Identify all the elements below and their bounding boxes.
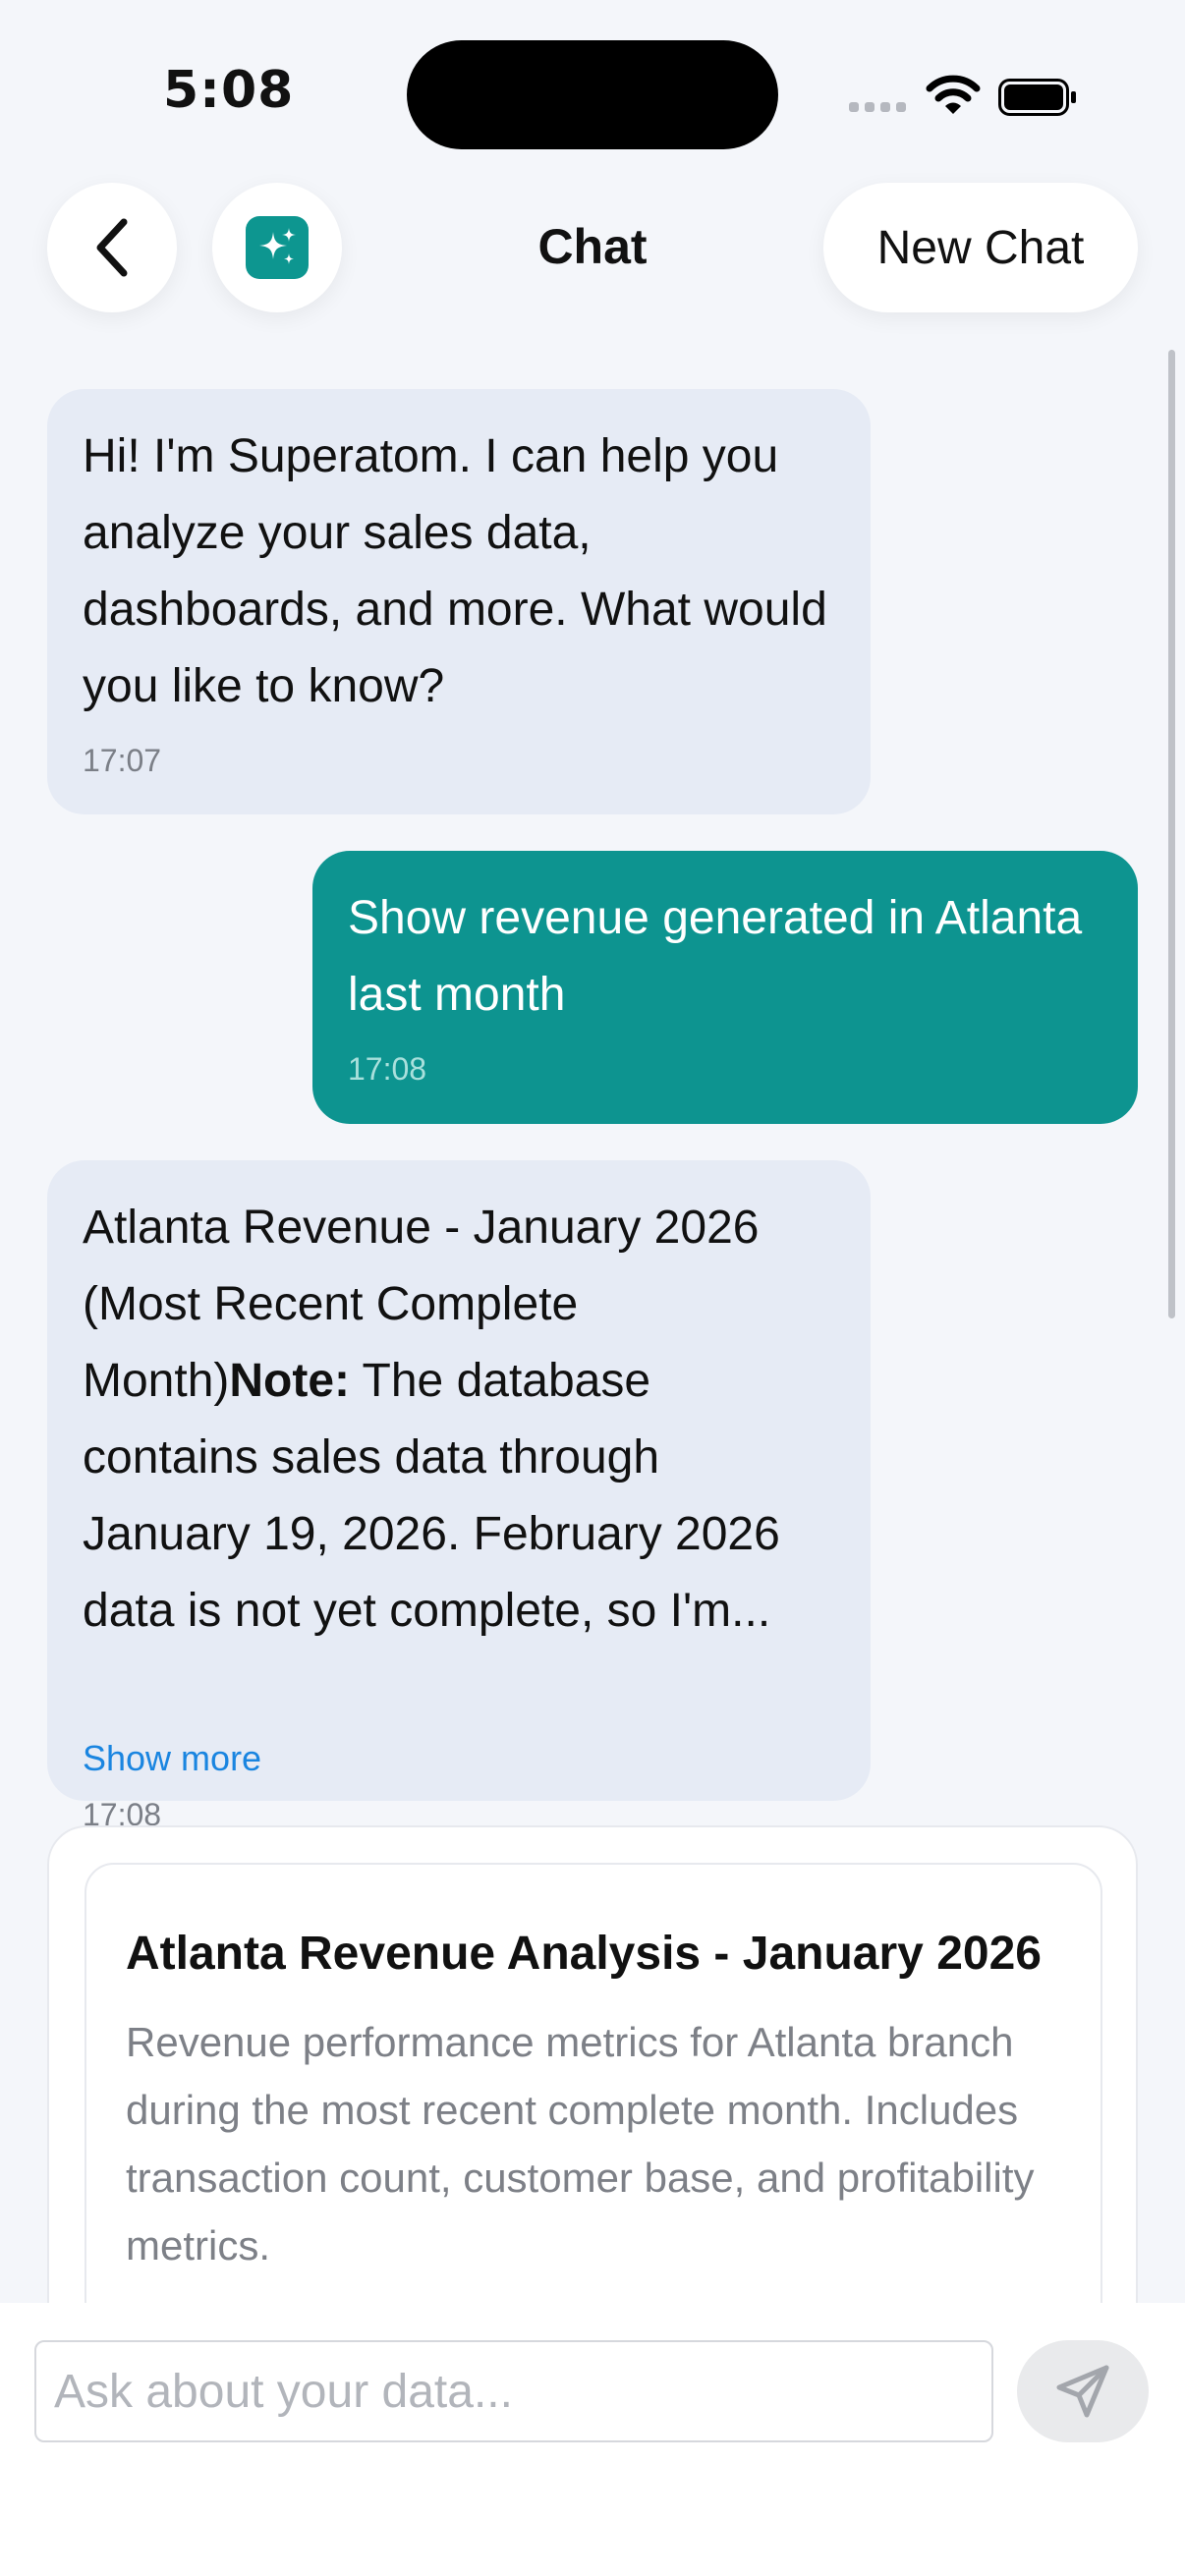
note-label: Note: xyxy=(229,1355,351,1407)
user-message: Show revenue generated in Atlanta last m… xyxy=(312,851,1138,1124)
message-timestamp: 17:08 xyxy=(348,1051,427,1087)
status-time: 5:08 xyxy=(163,61,295,120)
sparkles-icon xyxy=(246,216,309,279)
send-button[interactable] xyxy=(1017,2340,1149,2442)
ellipsis: ... xyxy=(731,1585,771,1637)
message-text: Atlanta Revenue - January 2026 (Most Rec… xyxy=(83,1190,835,1726)
cellular-signal-icon xyxy=(849,102,906,112)
show-more-link[interactable]: Show more xyxy=(83,1738,835,1779)
scrollbar[interactable] xyxy=(1168,350,1175,1318)
wifi-icon xyxy=(926,75,981,114)
assistant-app-button[interactable] xyxy=(212,183,342,312)
card-description: Revenue performance metrics for Atlanta … xyxy=(126,2019,1035,2268)
analysis-card[interactable]: Atlanta Revenue Analysis - January 2026 … xyxy=(47,1825,1138,2376)
card-title: Atlanta Revenue Analysis - January 2026 xyxy=(126,1928,1042,1980)
composer-bar xyxy=(0,2303,1185,2576)
message-timestamp: 17:07 xyxy=(83,743,162,778)
message-text: Show revenue generated in Atlanta last m… xyxy=(348,892,1083,1021)
chat-input[interactable] xyxy=(34,2340,993,2442)
assistant-message: Hi! I'm Superatom. I can help you analyz… xyxy=(47,389,871,814)
analysis-card-content: Atlanta Revenue Analysis - January 2026 … xyxy=(85,1863,1102,2374)
dynamic-island xyxy=(407,40,778,149)
new-chat-button[interactable]: New Chat xyxy=(823,183,1138,312)
message-text: Hi! I'm Superatom. I can help you analyz… xyxy=(83,430,827,712)
back-button[interactable] xyxy=(47,183,177,312)
battery-icon xyxy=(998,79,1076,116)
chevron-left-icon xyxy=(96,218,128,277)
send-icon xyxy=(1056,2365,1109,2418)
assistant-message: Atlanta Revenue - January 2026 (Most Rec… xyxy=(47,1160,871,1832)
